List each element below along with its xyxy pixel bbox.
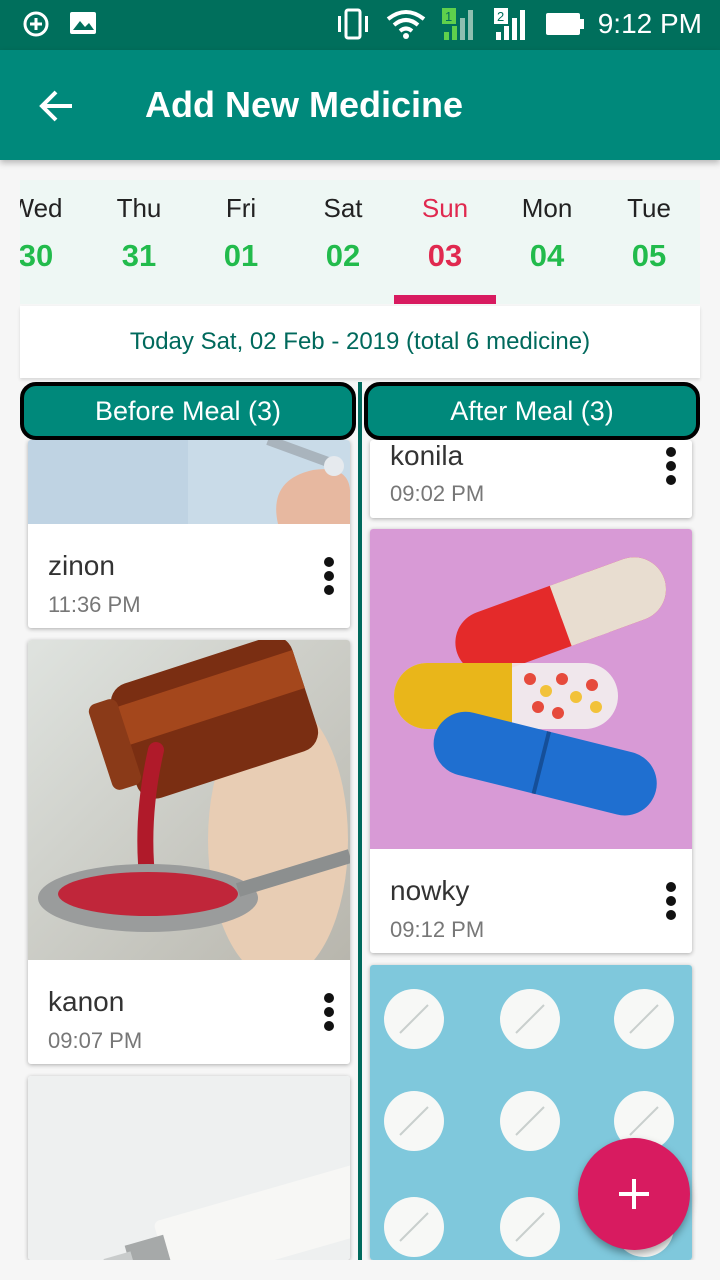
more-vert-icon[interactable] <box>322 990 336 1034</box>
day-thu[interactable]: Thu 31 <box>88 180 190 304</box>
medicine-card-partial[interactable] <box>28 1076 350 1260</box>
selected-indicator <box>394 295 496 304</box>
day-name: Wed <box>20 193 63 223</box>
add-medicine-button[interactable] <box>578 1138 690 1250</box>
day-tue[interactable]: Tue 05 <box>598 180 700 304</box>
medicine-name: konila <box>390 440 464 471</box>
column-divider <box>358 382 362 1260</box>
image-icon <box>70 12 96 34</box>
wifi-icon <box>386 10 425 39</box>
day-wed[interactable]: Wed 30 <box>20 180 87 304</box>
medicine-time: 09:12 PM <box>390 917 485 942</box>
day-name: Tue <box>627 193 671 223</box>
medicine-card-partial[interactable]: konila 09:02 PM <box>370 440 692 518</box>
day-number: 05 <box>631 238 667 273</box>
more-vert-icon[interactable] <box>664 444 678 488</box>
medicine-name: zinon <box>48 550 115 581</box>
medicine-photo <box>28 1076 350 1260</box>
status-bar: 1 2 9:12 PM <box>0 0 720 50</box>
app-bar: Add New Medicine <box>0 50 720 160</box>
day-name: Fri <box>225 193 257 223</box>
tab-before-meal[interactable]: Before Meal (3) <box>20 382 356 440</box>
medicine-name: kanon <box>48 986 125 1017</box>
day-fri[interactable]: Fri 01 <box>190 180 292 304</box>
day-number: 30 <box>20 238 54 273</box>
day-sun-selected[interactable]: Sun 03 <box>394 180 496 304</box>
tab-after-meal[interactable]: After Meal (3) <box>364 382 700 440</box>
vibrate-icon <box>337 8 368 40</box>
battery-icon <box>545 13 584 35</box>
medicine-time: 11:36 PM <box>48 592 141 617</box>
day-number: 04 <box>529 238 565 273</box>
medicine-time: 09:07 PM <box>48 1028 143 1053</box>
day-sat[interactable]: Sat 02 <box>292 180 394 304</box>
more-vert-icon[interactable] <box>664 879 678 923</box>
medicine-card[interactable]: kanon 09:07 PM <box>28 640 350 1064</box>
daily-summary: Today Sat, 02 Feb - 2019 (total 6 medici… <box>20 306 700 378</box>
medicine-photo <box>28 640 350 960</box>
medicine-photo <box>28 440 350 524</box>
back-arrow-icon[interactable] <box>34 84 78 128</box>
day-number: 01 <box>223 238 259 273</box>
day-name: Thu <box>116 193 162 223</box>
bottom-edge <box>0 1260 720 1280</box>
day-name: Sun <box>421 193 469 223</box>
page-title: Add New Medicine <box>145 84 464 125</box>
signal-icon: 1 <box>441 8 473 40</box>
medicine-time: 09:02 PM <box>390 481 485 506</box>
medicine-photo <box>370 529 692 849</box>
medicine-card[interactable]: nowky 09:12 PM <box>370 529 692 953</box>
day-name: Sat <box>323 193 363 223</box>
day-name: Mon <box>521 193 573 223</box>
svg-text:2: 2 <box>497 9 504 24</box>
day-mon[interactable]: Mon 04 <box>496 180 598 304</box>
medicine-card-partial[interactable]: zinon 11:36 PM <box>28 440 350 628</box>
signal-icon: 2 <box>493 8 525 40</box>
svg-text:1: 1 <box>445 9 452 24</box>
day-number: 31 <box>121 238 157 273</box>
clock: 9:12 PM <box>597 8 702 39</box>
day-number: 03 <box>427 238 463 273</box>
add-circle-icon <box>23 11 49 37</box>
day-number: 02 <box>325 238 361 273</box>
date-strip[interactable]: Wed 30 Thu 31 Fri 01 Sat 02 Sun 03 Mon 04 Tue 0… <box>20 180 700 304</box>
more-vert-icon[interactable] <box>322 554 336 598</box>
medicine-name: nowky <box>390 875 470 906</box>
